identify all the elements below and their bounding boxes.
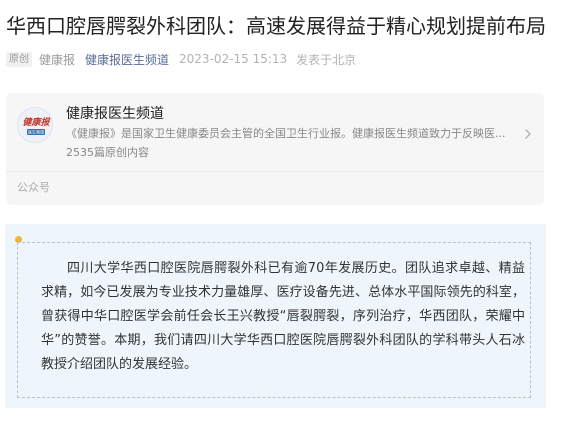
account-card[interactable]: 健康报 医生频道 健康报医生频道 《健康报》是国家卫生健康委员会主管的全国卫生行… (6, 93, 544, 205)
article-title: 华西口腔唇腭裂外科团队：高速发展得益于精心规划提前布局 (6, 14, 546, 38)
article-count: 2535篇原创内容 (66, 146, 149, 159)
card-divider (6, 171, 544, 172)
card-type-label: 公众号 (17, 181, 50, 194)
intro-paragraph: 四川大学华西口腔医院唇腭裂外科已有逾70年发展历史。团队追求卓越、精益求精，如今… (41, 261, 525, 372)
account-logo: 健康报 医生频道 (17, 107, 53, 143)
logo-text: 健康报 (22, 117, 51, 128)
logo-subtext: 医生频道 (28, 129, 44, 135)
publish-location: 发表于北京 (296, 52, 357, 67)
account-description: 《健康报》是国家卫生健康委员会主管的全国卫生行业报。健康报医生频道致力于反映医.… (66, 127, 506, 140)
author-name: 健康报 (39, 52, 76, 67)
original-badge: 原创 (6, 51, 32, 67)
article-meta: 原创 健康报 健康报医生频道 2023-02-15 15:13 发表于北京 (6, 50, 356, 68)
account-name: 健康报医生频道 (66, 106, 164, 122)
intro-quote-box: 四川大学华西口腔医院唇腭裂外科已有逾70年发展历史。团队追求卓越、精益求精，如今… (5, 224, 546, 408)
account-logo-image: 健康报 医生频道 (18, 108, 52, 142)
publish-date: 2023-02-15 15:13 (179, 52, 288, 66)
account-link[interactable]: 健康报医生频道 (85, 51, 169, 68)
chevron-right-icon[interactable] (524, 128, 532, 140)
